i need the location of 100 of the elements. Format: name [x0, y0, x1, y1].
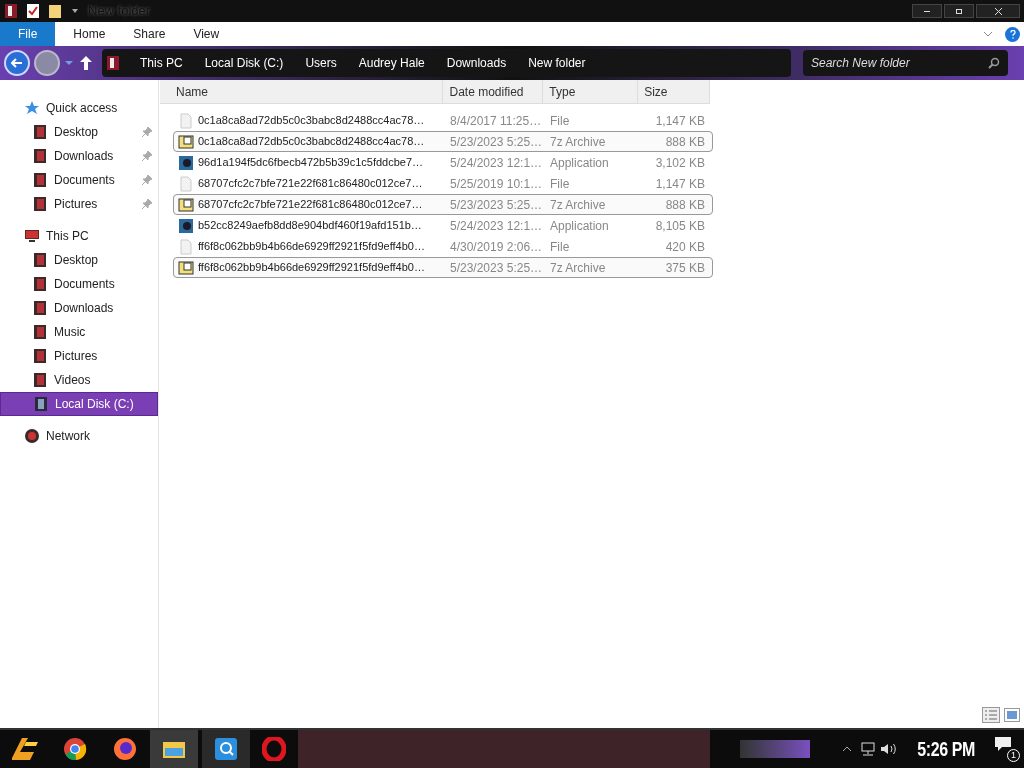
nav-item[interactable]: Quick access	[0, 96, 158, 120]
table-cell-text: 5/23/2023 5:25…	[450, 259, 543, 277]
nav-item[interactable]: Downloads	[0, 144, 158, 168]
folder-icon	[32, 324, 48, 340]
file-row[interactable]: 96d1a194f5dc6fbecb472b5b39c1c5fddcbe7… 5/24/2023 12:1… Application 3,102 KB	[173, 152, 713, 173]
nav-item[interactable]: Music	[0, 320, 158, 344]
breadcrumb-item[interactable]: Local Disk (C:)	[204, 54, 284, 72]
table-cell-text: 4/30/2019 2:06…	[450, 238, 543, 256]
search-icon[interactable]	[988, 57, 1000, 69]
nav-item[interactable]: Documents	[0, 168, 158, 192]
nav-item[interactable]: Local Disk (C:)	[0, 392, 158, 416]
ribbon-tab[interactable]: Share	[119, 22, 180, 46]
file-row[interactable]: 68707cfc2c7bfe721e22f681c86480c012ce7… 5/23/2023 5:25… 7z Archive 888 KB	[173, 194, 713, 215]
nav-item[interactable]: Downloads	[0, 296, 158, 320]
nav-item[interactable]: Documents	[0, 272, 158, 296]
nav-item[interactable]: Network	[0, 424, 158, 448]
breadcrumb-item[interactable]: Downloads	[446, 54, 507, 72]
file-row[interactable]: 0c1a8ca8ad72db5c0c3babc8d2488cc4ac78… 5/23/2023 5:25… 7z Archive 888 KB	[173, 131, 713, 152]
nav-item[interactable]: Desktop	[0, 120, 158, 144]
table-cell-text: 7z Archive	[550, 196, 606, 214]
forward-button[interactable]	[34, 50, 60, 76]
file-row[interactable]: ff6f8c062bb9b4b66de6929ff2921f5fd9eff4b0… 4/30/2019 2:06… File 420 KB	[173, 236, 713, 257]
taskbar-app-button[interactable]	[202, 730, 250, 768]
table-cell-text: Application	[550, 217, 609, 235]
close-icon	[994, 7, 1002, 15]
table-cell-text: 5/25/2019 10:1…	[450, 175, 543, 193]
breadcrumb-item[interactable]: This PC	[140, 54, 183, 72]
table-cell-text: File	[550, 175, 570, 193]
nav-item[interactable]: This PC	[0, 224, 158, 248]
clock[interactable]: 5:26 PM	[917, 734, 975, 764]
properties-icon[interactable]	[26, 3, 40, 19]
column-header[interactable]: Type	[543, 80, 639, 103]
chevron-down-icon[interactable]	[983, 30, 993, 38]
firefox-icon[interactable]	[113, 737, 137, 761]
folder-icon	[32, 372, 48, 388]
column-header[interactable]: Size	[638, 80, 710, 103]
left-arrow-icon	[11, 58, 23, 68]
column-header[interactable]: Date modified	[443, 80, 544, 103]
breadcrumb-item[interactable]: Users	[305, 54, 337, 72]
ribbon-tab[interactable]: File	[0, 22, 56, 46]
star-icon	[24, 100, 40, 116]
file-icon	[178, 238, 194, 255]
table-cell-text: b52cc8249aefb8dd8e904bdf460f19afd151b…	[198, 218, 422, 234]
table-cell-text: 420 KB	[665, 238, 705, 256]
back-button[interactable]	[4, 50, 30, 76]
file-row[interactable]: 0c1a8ca8ad72db5c0c3babc8d2488cc4ac78… 8/4/2017 11:25… File 1,147 KB	[173, 110, 713, 131]
folder-icon	[32, 196, 48, 212]
drive-icon	[106, 55, 120, 71]
opera-icon[interactable]	[262, 737, 286, 761]
table-cell-text: Application	[550, 154, 609, 172]
taskbar-ornament	[739, 740, 810, 758]
close-button[interactable]	[976, 4, 1020, 18]
table-cell-text: 5/24/2023 12:1…	[450, 217, 543, 235]
file-row[interactable]: 68707cfc2c7bfe721e22f681c86480c012ce7… 5/25/2019 10:1… File 1,147 KB	[173, 173, 713, 194]
table-cell-text: 1,147 KB	[655, 175, 705, 193]
ribbon-tab[interactable]: View	[179, 22, 234, 46]
maximize-button[interactable]	[944, 4, 974, 18]
volume-icon[interactable]	[879, 742, 898, 756]
breadcrumb-item[interactable]: New folder	[528, 54, 586, 72]
chrome-icon[interactable]	[63, 737, 87, 761]
folder-icon	[32, 276, 48, 292]
table-cell-text: 5/23/2023 5:25…	[450, 133, 543, 151]
thumbnail-view-icon[interactable]	[1004, 708, 1020, 722]
table-cell-text: 0c1a8ca8ad72db5c0c3babc8d2488cc4ac78…	[198, 134, 425, 150]
up-arrow-icon[interactable]	[78, 54, 94, 72]
file-row[interactable]: ff6f8c062bb9b4b66de6929ff2921f5fd9eff4b0… 5/23/2023 5:25… 7z Archive 375 KB	[173, 257, 713, 278]
network-icon[interactable]	[859, 742, 876, 756]
column-header[interactable]: Name	[160, 80, 444, 103]
application-icon	[178, 154, 194, 171]
folder-icon	[163, 740, 185, 758]
search-field[interactable]: Search New folder	[803, 50, 1008, 76]
folder-icon	[32, 124, 48, 140]
ribbon-tab[interactable]: Home	[59, 22, 120, 46]
drive-icon	[33, 396, 49, 412]
table-cell-text: 68707cfc2c7bfe721e22f681c86480c012ce7…	[198, 197, 423, 213]
table-cell-text: 0c1a8ca8ad72db5c0c3babc8d2488cc4ac78…	[198, 113, 425, 129]
archive-icon	[178, 133, 194, 150]
breadcrumb-item[interactable]: Audrey Hale	[358, 54, 425, 72]
folder-icon[interactable]	[48, 3, 62, 19]
table-cell-text: 888 KB	[665, 196, 705, 214]
magnifier-icon	[215, 738, 237, 760]
app-icon	[4, 3, 18, 19]
nav-item[interactable]: Pictures	[0, 192, 158, 216]
table-cell-text: 7z Archive	[550, 259, 606, 277]
file-row[interactable]: b52cc8249aefb8dd8e904bdf460f19afd151b… 5/24/2023 12:1… Application 8,105 KB	[173, 215, 713, 236]
address-bar[interactable]: This PC Local Disk (C:) Users Audrey Hale Downloads New folder	[102, 49, 791, 77]
table-cell-text: ff6f8c062bb9b4b66de6929ff2921f5fd9eff4b0…	[198, 239, 425, 255]
nav-item[interactable]: Pictures	[0, 344, 158, 368]
table-cell-text: 888 KB	[665, 133, 705, 151]
table-cell-text: 5/24/2023 12:1…	[450, 154, 543, 172]
nav-item[interactable]: Desktop	[0, 248, 158, 272]
help-icon[interactable]	[1005, 26, 1020, 42]
table-cell-text: 7z Archive	[550, 133, 606, 151]
table-cell-text: 96d1a194f5dc6fbecb472b5b39c1c5fddcbe7…	[198, 155, 424, 171]
file-explorer-button[interactable]	[150, 730, 198, 768]
table-cell-text: File	[550, 112, 570, 130]
nav-item[interactable]: Videos	[0, 368, 158, 392]
chevron-up-icon[interactable]	[841, 745, 852, 753]
folder-icon	[32, 300, 48, 316]
table-cell-text: 375 KB	[665, 259, 705, 277]
